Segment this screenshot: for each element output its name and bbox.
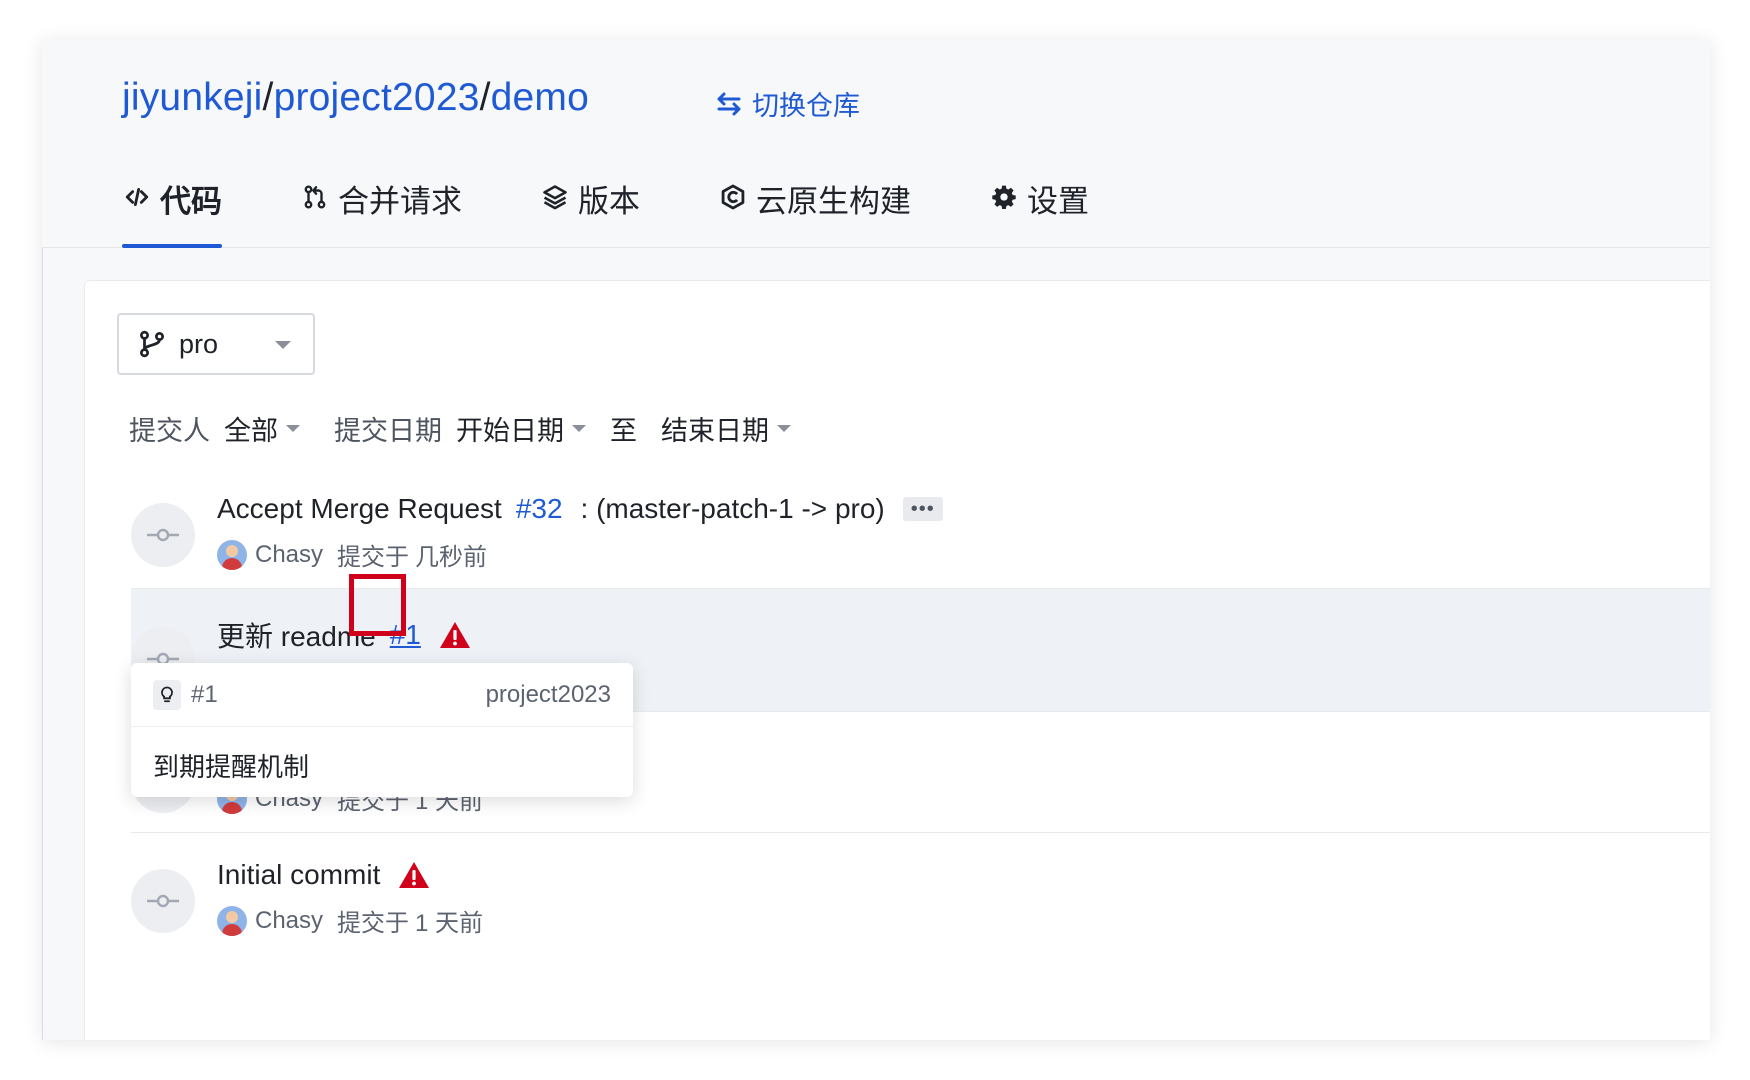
row-divider <box>131 832 1710 833</box>
code-icon <box>122 182 152 212</box>
committer-filter-value: 全部 <box>224 416 278 446</box>
commit-meta: Chasy 提交于 几秒前 <box>217 537 487 572</box>
avatar <box>217 905 247 936</box>
commit-time: 1 天前 <box>415 910 484 937</box>
start-date-value: 开始日期 <box>456 416 564 446</box>
warning-icon[interactable] <box>398 860 430 890</box>
chevron-down-icon <box>275 341 291 349</box>
commit-filters: 提交人 全部 提交日期 开始日期 至 结束日期 <box>129 409 791 448</box>
path-separator: / <box>479 76 491 119</box>
tab-code[interactable]: 代码 <box>122 176 222 248</box>
repo-path: jiyunkeji/project2023/demo <box>122 76 589 120</box>
repo-header: jiyunkeji/project2023/demo 切换仓库 代码 合并请求 <box>42 40 1710 248</box>
commit-time: 几秒前 <box>415 544 488 571</box>
committed-label: 提交于 <box>337 910 410 937</box>
commit-node-icon <box>131 503 195 567</box>
commit-author[interactable]: Chasy <box>255 541 323 569</box>
commit-meta: Chasy 提交于 1 天前 <box>217 903 483 938</box>
layers-icon <box>540 182 570 212</box>
popover-header: #1 project2023 <box>131 663 633 727</box>
lightbulb-icon <box>153 679 181 710</box>
tab-versions[interactable]: 版本 <box>540 176 640 248</box>
end-date-select[interactable]: 结束日期 <box>661 409 791 448</box>
avatar <box>217 539 247 570</box>
branch-select[interactable]: pro <box>117 313 315 375</box>
commit-message: Initial commit <box>217 859 381 890</box>
branch-select-value: pro <box>179 328 219 359</box>
commit-author[interactable]: Chasy <box>255 907 323 935</box>
switch-repo-button[interactable]: 切换仓库 <box>714 84 860 123</box>
commit-title: Accept Merge Request #32 : (master-patch… <box>217 493 943 525</box>
date-range-separator: 至 <box>610 416 637 446</box>
repo-tabs: 代码 合并请求 版本 云原生构建 设置 <box>122 176 1167 248</box>
tab-merge-requests[interactable]: 合并请求 <box>300 176 462 248</box>
popover-issue-title[interactable]: 到期提醒机制 <box>131 727 633 804</box>
commit-node-icon <box>131 869 195 933</box>
tab-settings[interactable]: 设置 <box>989 176 1089 248</box>
path-separator: / <box>262 76 274 119</box>
repo-name-link[interactable]: demo <box>491 76 589 119</box>
warning-icon[interactable] <box>439 620 471 650</box>
repo-group-link[interactable]: project2023 <box>274 76 480 119</box>
tab-merge-requests-label: 合并请求 <box>338 184 462 219</box>
tab-versions-label: 版本 <box>578 184 640 219</box>
branch-icon <box>140 330 164 358</box>
repo-owner-link[interactable]: jiyunkeji <box>122 76 263 119</box>
end-date-value: 结束日期 <box>661 416 769 446</box>
switch-arrows-icon <box>717 92 741 115</box>
commits-panel: pro 提交人 全部 提交日期 开始日期 至 结束日期 Accept Merge… <box>84 280 1710 1040</box>
tab-code-label: 代码 <box>160 184 222 219</box>
start-date-select[interactable]: 开始日期 <box>456 409 586 448</box>
merge-request-icon <box>300 182 330 212</box>
tab-cloud-build[interactable]: 云原生构建 <box>718 176 911 248</box>
committer-filter-select[interactable]: 全部 <box>224 409 300 448</box>
popover-project-name[interactable]: project2023 <box>486 681 611 709</box>
popover-issue-id[interactable]: #1 <box>191 681 218 709</box>
gear-icon <box>989 182 1019 212</box>
merge-request-ref-link[interactable]: #32 <box>516 493 563 525</box>
tab-settings-label: 设置 <box>1027 184 1089 219</box>
chevron-down-icon <box>286 425 300 432</box>
commit-title: 更新 readme #1 <box>217 615 471 655</box>
expand-message-button[interactable]: ••• <box>902 497 943 521</box>
tab-cloud-build-label: 云原生构建 <box>756 184 911 219</box>
app-window: jiyunkeji/project2023/demo 切换仓库 代码 合并请求 <box>42 40 1710 1040</box>
date-filter-label: 提交日期 <box>334 416 442 446</box>
committed-label: 提交于 <box>337 544 410 571</box>
highlight-annotation-box <box>349 574 406 636</box>
chevron-down-icon <box>572 425 586 432</box>
chevron-down-icon <box>777 425 791 432</box>
committer-filter-label: 提交人 <box>129 416 210 446</box>
cloud-build-icon <box>718 182 748 212</box>
issue-preview-popover[interactable]: #1 project2023 到期提醒机制 <box>131 663 633 797</box>
commit-message-suffix: : (master-patch-1 -> pro) <box>580 493 885 524</box>
switch-repo-label: 切换仓库 <box>752 91 860 121</box>
commit-title: Initial commit <box>217 859 430 891</box>
commit-message: Accept Merge Request <box>217 493 502 524</box>
